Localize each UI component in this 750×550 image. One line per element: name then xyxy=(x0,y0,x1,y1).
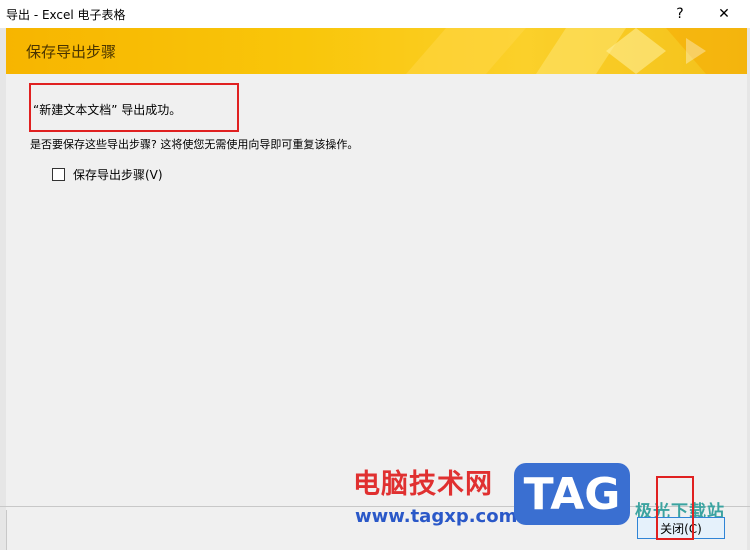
highlight-box-close xyxy=(656,476,694,540)
banner-decoration xyxy=(406,28,747,74)
close-window-button[interactable]: ✕ xyxy=(702,0,746,28)
save-steps-label[interactable]: 保存导出步骤(V) xyxy=(73,166,163,183)
help-button[interactable]: ? xyxy=(658,0,702,28)
banner-title: 保存导出步骤 xyxy=(26,43,117,61)
save-steps-option[interactable]: 保存导出步骤(V) xyxy=(52,166,163,183)
watermark-text: 电脑技术网 xyxy=(353,469,493,500)
save-steps-checkbox[interactable] xyxy=(52,168,65,181)
watermark-tag-logo: TAG xyxy=(514,463,630,525)
wizard-banner: 保存导出步骤 xyxy=(6,28,747,74)
window-title: 导出 - Excel 电子表格 xyxy=(6,8,126,22)
wizard-content: “新建文本文档” 导出成功。 是否要保存这些导出步骤? 这将使您无需使用向导即可… xyxy=(6,74,747,510)
watermark-url: www.tagxp.com xyxy=(355,506,518,527)
save-steps-question: 是否要保存这些导出步骤? 这将使您无需使用向导即可重复该操作。 xyxy=(30,138,359,151)
title-bar: 导出 - Excel 电子表格 ? ✕ xyxy=(0,0,750,29)
highlight-box-success xyxy=(29,83,239,132)
